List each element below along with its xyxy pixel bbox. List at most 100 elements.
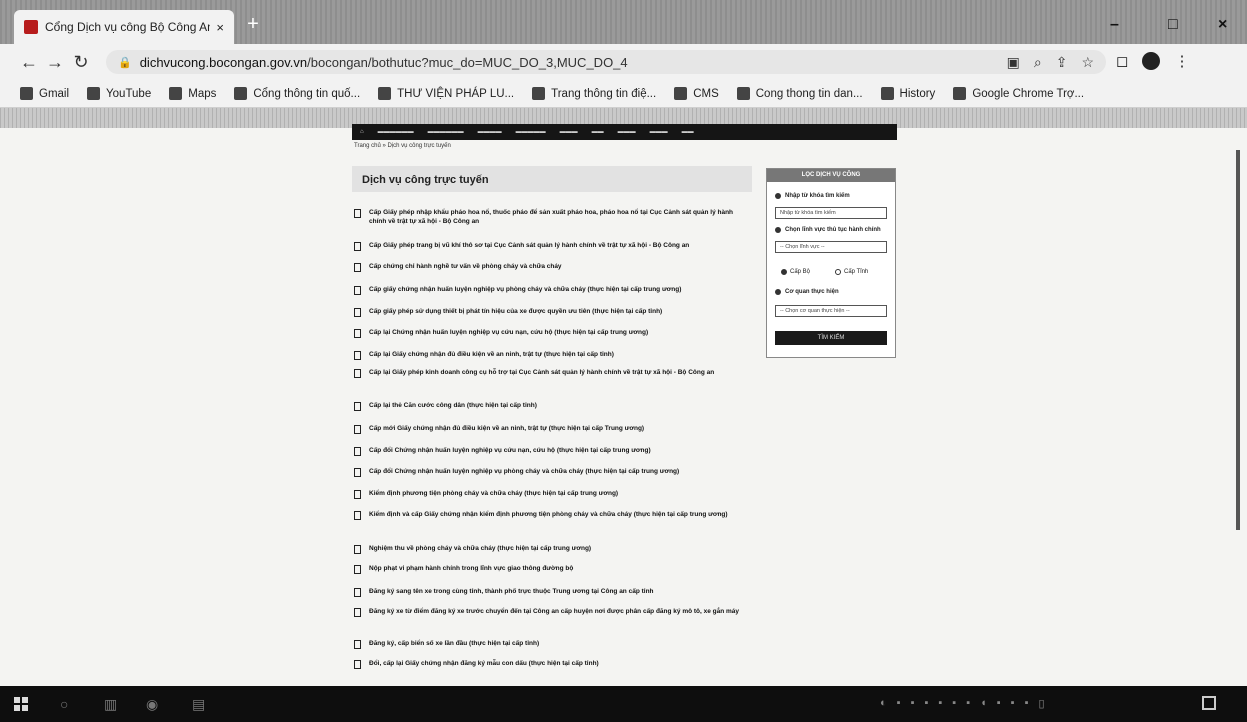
close-window-button[interactable]: × [1218,16,1227,34]
service-link[interactable]: Cấp mới Giấy chứng nhận đủ điều kiện về … [369,424,749,433]
service-item[interactable]: Cấp giấy chứng nhận huấn luyện nghiệp vụ… [352,285,762,295]
radio-cap-bo[interactable]: Cấp Bộ [781,269,810,275]
share-icon[interactable]: ⇪ [1056,54,1068,71]
nav-item[interactable]: ▬▬▬▬▬▬ [378,129,414,135]
tray-icon[interactable]: ▪ [938,697,942,710]
back-icon[interactable]: ← [16,52,42,73]
service-item[interactable]: Cấp chứng chỉ hành nghề tư vấn về phòng … [352,262,762,272]
bookmark-star-icon[interactable]: ☆ [1081,54,1094,71]
service-link[interactable]: Nộp phạt vi phạm hành chính trong lĩnh v… [369,564,749,573]
minimize-button[interactable]: – [1110,16,1119,34]
service-link[interactable]: Đăng ký, cấp biển số xe lần đầu (thực hi… [369,639,749,648]
nav-item[interactable]: ▬▬ [592,129,604,135]
tray-icon[interactable]: ▪ [897,697,901,710]
breadcrumb[interactable]: Trang chủ » Dịch vụ công trực tuyến [354,143,451,149]
maximize-button[interactable]: □ [1168,16,1178,34]
tray-icon[interactable]: ▪ [911,697,915,710]
chrome-taskbar-icon[interactable]: ◉ [146,696,162,712]
nav-item[interactable]: ▬▬▬▬▬ [516,129,546,135]
service-link[interactable]: Cấp lại Chứng nhận huấn luyện nghiệp vụ … [369,328,749,337]
service-link[interactable]: Cấp đổi Chứng nhận huấn luyện nghiệp vụ … [369,446,749,455]
service-item[interactable]: Cấp đổi Chứng nhận huấn luyện nghiệp vụ … [352,467,762,477]
page-scrollbar[interactable] [1236,150,1240,530]
address-input[interactable]: 🔒 dichvucong.bocongan.gov.vn /bocongan/b… [106,50,1106,74]
network-icon[interactable]: ◐ [880,697,887,710]
tab-close-button[interactable]: × [216,20,224,35]
service-item[interactable]: Cấp đổi Chứng nhận huấn luyện nghiệp vụ … [352,446,762,456]
service-item[interactable]: Nộp phạt vi phạm hành chính trong lĩnh v… [352,564,762,574]
service-link[interactable]: Cấp chứng chỉ hành nghề tư vấn về phòng … [369,262,749,271]
tray-icon[interactable]: ▪ [1011,697,1015,710]
service-item[interactable]: Cấp Giấy phép trang bị vũ khí thô sơ tại… [352,241,762,251]
home-icon[interactable]: ⌂ [360,129,364,135]
tray-icon[interactable]: ▪ [1025,697,1029,710]
reload-icon[interactable]: ↻ [68,52,94,73]
service-item[interactable]: Cấp Giấy phép nhập khẩu pháo hoa nổ, thu… [352,208,762,226]
service-link[interactable]: Cấp đổi Chứng nhận huấn luyện nghiệp vụ … [369,467,749,476]
tray-icon[interactable]: ▪ [997,697,1001,710]
clock-icon[interactable]: ▯ [1038,697,1044,710]
windows-start-icon[interactable] [14,697,28,711]
bookmark-item[interactable]: THƯ VIỆN PHÁP LU... [378,87,514,100]
service-item[interactable]: Cấp lại thẻ Căn cước công dân (thực hiện… [352,401,762,411]
bookmark-item[interactable]: Gmail [20,87,69,100]
radio-cap-tinh[interactable]: Cấp Tỉnh [835,269,868,275]
nav-item[interactable]: ▬▬▬ [618,129,636,135]
service-link[interactable]: Kiểm định và cấp Giấy chứng nhận kiểm đị… [369,510,749,519]
bookmark-item[interactable]: YouTube [87,87,151,100]
side-panel-icon[interactable]: ◻ [1116,52,1128,70]
tray-icon[interactable]: ▪ [966,697,970,710]
zoom-icon[interactable]: ⌕ [1034,54,1042,71]
service-item[interactable]: Cấp lại Giấy phép kinh doanh công cụ hỗ … [352,368,762,378]
service-item[interactable]: Cấp mới Giấy chứng nhận đủ điều kiện về … [352,424,762,434]
service-item[interactable]: Cấp giấy phép sử dụng thiết bị phát tín … [352,307,762,317]
service-link[interactable]: Cấp lại Giấy chứng nhận đủ điều kiện về … [369,350,749,359]
search-icon[interactable]: ○ [60,696,76,712]
service-item[interactable]: Cấp lại Chứng nhận huấn luyện nghiệp vụ … [352,328,762,338]
service-link[interactable]: Đổi, cấp lại Giấy chứng nhận đăng ký mẫu… [369,659,749,668]
translate-icon[interactable]: ▣ [1007,54,1020,71]
service-item[interactable]: Nghiệm thu về phòng cháy và chữa cháy (t… [352,544,762,554]
browser-tab[interactable]: Cổng Dịch vụ công Bộ Công An × [14,10,234,44]
keyword-input[interactable]: Nhập từ khóa tìm kiếm [775,207,887,219]
nav-item[interactable]: ▬▬▬▬ [478,129,502,135]
agency-select[interactable]: -- Chọn lĩnh vực -- [775,241,887,253]
notification-icon[interactable] [1202,696,1216,710]
service-link[interactable]: Cấp lại thẻ Căn cước công dân (thực hiện… [369,401,749,410]
service-item[interactable]: Đăng ký sang tên xe trong cùng tỉnh, thà… [352,587,762,597]
service-link[interactable]: Kiểm định phương tiện phòng cháy và chữa… [369,489,749,498]
service-item[interactable]: Kiểm định phương tiện phòng cháy và chữa… [352,489,762,499]
service-link[interactable]: Cấp Giấy phép nhập khẩu pháo hoa nổ, thu… [369,208,749,226]
search-button[interactable]: TÌM KIẾM [775,331,887,345]
service-link[interactable]: Cấp giấy chứng nhận huấn luyện nghiệp vụ… [369,285,749,294]
service-link[interactable]: Đăng ký sang tên xe trong cùng tỉnh, thà… [369,587,749,596]
service-item[interactable]: Đổi, cấp lại Giấy chứng nhận đăng ký mẫu… [352,659,762,669]
tray-icon[interactable]: ▪ [952,697,956,710]
service-item[interactable]: Đăng ký, cấp biển số xe lần đầu (thực hi… [352,639,762,649]
service-link[interactable]: Cấp giấy phép sử dụng thiết bị phát tín … [369,307,749,316]
menu-kebab-icon[interactable]: ⋮ [1174,52,1189,70]
service-link[interactable]: Đăng ký xe từ điểm đăng ký xe trước chuy… [369,607,749,616]
bookmark-item[interactable]: History [880,87,935,100]
service-link[interactable]: Cấp lại Giấy phép kinh doanh công cụ hỗ … [369,368,749,377]
bookmark-item[interactable]: CMS [674,87,719,100]
volume-icon[interactable]: ◖ [980,697,987,710]
service-item[interactable]: Cấp lại Giấy chứng nhận đủ điều kiện về … [352,350,762,360]
service-item[interactable]: Kiểm định và cấp Giấy chứng nhận kiểm đị… [352,510,762,520]
forward-icon[interactable]: → [42,52,68,73]
service-item[interactable]: Đăng ký xe từ điểm đăng ký xe trước chuy… [352,607,762,617]
bookmark-item[interactable]: Maps [169,87,216,100]
bookmark-item[interactable]: Cong thong tin dan... [736,87,863,100]
nav-item[interactable]: ▬▬▬ [650,129,668,135]
profile-avatar[interactable] [1142,52,1161,70]
explorer-taskbar-icon[interactable]: ▤ [192,696,208,712]
bookmark-item[interactable]: Google Chrome Trợ... [953,87,1084,100]
service-link[interactable]: Cấp Giấy phép trang bị vũ khí thô sơ tại… [369,241,749,250]
service-link[interactable]: Nghiệm thu về phòng cháy và chữa cháy (t… [369,544,749,553]
tray-icon[interactable]: ▪ [924,697,928,710]
level-select[interactable]: -- Chọn cơ quan thực hiện -- [775,305,887,317]
bookmark-item[interactable]: Trang thông tin điệ... [532,87,656,100]
nav-item[interactable]: ▬▬▬▬▬▬ [428,129,464,135]
new-tab-button[interactable]: + [242,14,264,36]
nav-item[interactable]: ▬▬ [682,129,694,135]
